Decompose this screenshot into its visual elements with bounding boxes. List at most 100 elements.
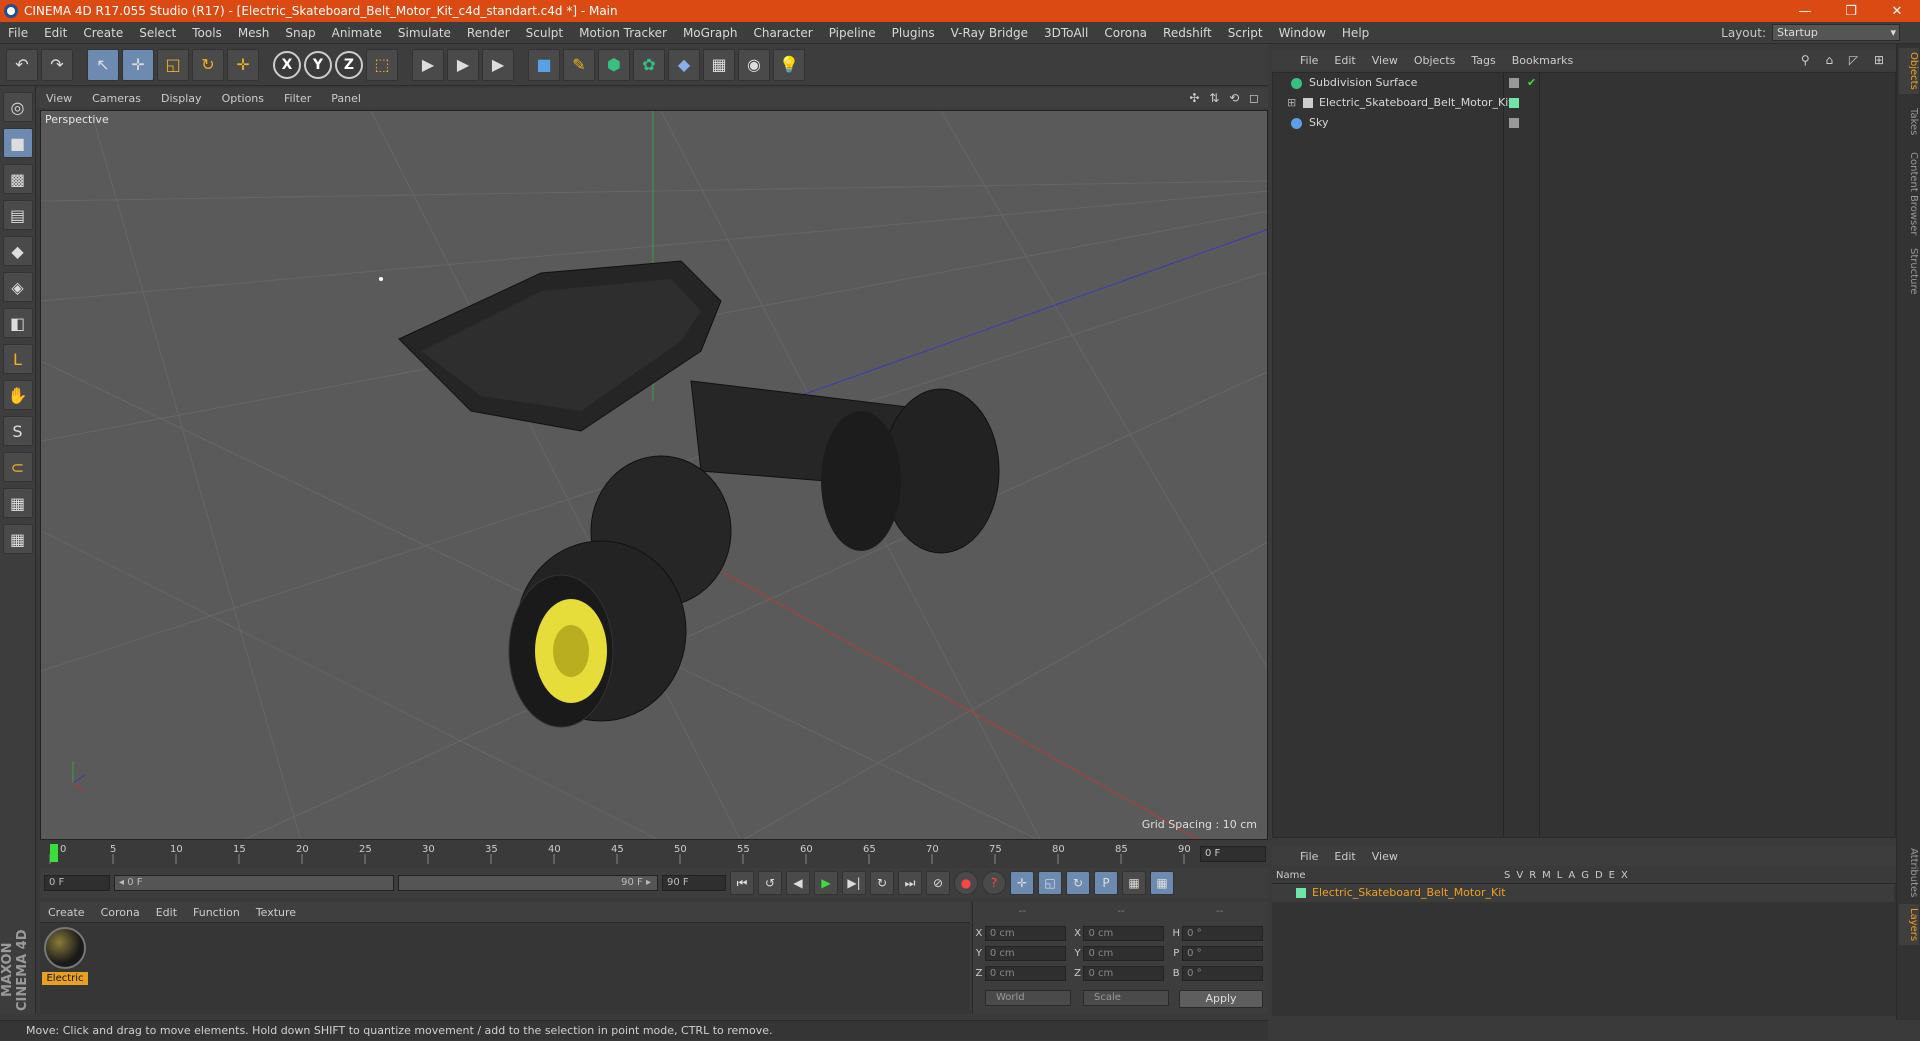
key-scale-icon[interactable]: ◱ <box>1038 871 1062 895</box>
z-axis-lock-button[interactable]: Z <box>335 50 363 79</box>
material-menu-corona[interactable]: Corona <box>93 906 148 919</box>
light-icon[interactable]: 💡 <box>773 48 805 81</box>
tab-attributes[interactable]: Attributes <box>1899 844 1919 901</box>
menu-file[interactable]: File <box>0 26 36 40</box>
menu-plugins[interactable]: Plugins <box>884 26 943 40</box>
material-menu-function[interactable]: Function <box>185 906 248 919</box>
viewport-menu-filter[interactable]: Filter <box>274 92 321 105</box>
render-picture-viewer-icon[interactable]: ▶ <box>447 48 479 81</box>
layer-col-render[interactable]: R <box>1529 870 1536 881</box>
timeline-ruler[interactable]: 0 5 10 15 20 25 30 35 40 45 50 55 60 65 … <box>40 842 1268 864</box>
layer-col-deformers[interactable]: D <box>1595 870 1603 881</box>
menu-motion-tracker[interactable]: Motion Tracker <box>571 26 675 40</box>
deformer-icon[interactable]: ◆ <box>668 48 700 81</box>
viewport-menu-cameras[interactable]: Cameras <box>82 92 151 105</box>
tweak-mode-icon[interactable]: ✋ <box>2 380 33 410</box>
objects-menu-objects[interactable]: Objects <box>1406 54 1464 67</box>
cloner-icon[interactable]: ✿ <box>633 48 665 81</box>
camera-icon[interactable]: ◉ <box>738 48 770 81</box>
menu-script[interactable]: Script <box>1220 26 1271 40</box>
layer-color-icon[interactable] <box>1509 98 1519 108</box>
size-y-field[interactable]: 0 cm <box>1083 945 1165 961</box>
previous-key-icon[interactable]: ↺ <box>758 871 782 895</box>
menu-3dtoall[interactable]: 3DToAll <box>1036 26 1096 40</box>
y-axis-lock-button[interactable]: Y <box>304 50 332 79</box>
menu-window[interactable]: Window <box>1271 26 1334 40</box>
enabled-check-icon[interactable]: ✔ <box>1527 73 1536 93</box>
end-frame-field[interactable]: 90 F <box>662 875 726 891</box>
key-parameter-icon[interactable]: P <box>1094 871 1118 895</box>
menu-sculpt[interactable]: Sculpt <box>518 26 571 40</box>
rotation-b-field[interactable]: 0 ° <box>1182 965 1263 981</box>
render-view-icon[interactable]: ▶ <box>412 48 444 81</box>
menu-corona[interactable]: Corona <box>1096 26 1155 40</box>
layer-col-xref[interactable]: X <box>1621 870 1628 881</box>
menu-simulate[interactable]: Simulate <box>390 26 459 40</box>
frame-range-end[interactable]: 90 F ▸ <box>398 875 658 891</box>
tab-takes[interactable]: Takes <box>1899 104 1919 139</box>
play-backwards-icon[interactable]: ◀ <box>786 871 810 895</box>
menu-render[interactable]: Render <box>459 26 518 40</box>
start-frame-field[interactable]: 0 F <box>44 875 110 891</box>
coordinate-system-icon[interactable]: ⬚ <box>366 48 398 81</box>
model-mode-icon[interactable]: ■ <box>2 128 33 158</box>
object-manager-tool-icons[interactable]: ⚲ ⌂ ◸ ⊞ <box>1801 53 1890 67</box>
object-row-kit[interactable]: ⊞ Electric_Skateboard_Belt_Motor_Kit <box>1273 93 1895 113</box>
menu-vray-bridge[interactable]: V-Ray Bridge <box>943 26 1036 40</box>
menu-redshift[interactable]: Redshift <box>1155 26 1220 40</box>
timeline-icon[interactable]: ▦ <box>1150 871 1174 895</box>
workplane-mode-icon[interactable]: ▤ <box>2 200 33 230</box>
menu-animate[interactable]: Animate <box>324 26 390 40</box>
size-z-field[interactable]: 0 cm <box>1083 965 1165 981</box>
viewport-menu-panel[interactable]: Panel <box>321 92 371 105</box>
menu-tools[interactable]: Tools <box>184 26 230 40</box>
render-settings-icon[interactable]: ▶ <box>482 48 514 81</box>
snapping-icon[interactable]: ⊂ <box>2 452 33 482</box>
tab-content-browser[interactable]: Content Browser <box>1899 148 1919 239</box>
layer-col-locked[interactable]: L <box>1557 870 1563 881</box>
tab-layers[interactable]: Layers <box>1899 904 1919 946</box>
layer-row[interactable]: Electric_Skateboard_Belt_Motor_Kit <box>1272 884 1894 902</box>
layer-col-view[interactable]: V <box>1516 870 1523 881</box>
apply-button[interactable]: Apply <box>1179 990 1263 1008</box>
redo-icon[interactable]: ↷ <box>41 48 73 81</box>
grid-planar-icon[interactable]: ▦ <box>2 524 33 554</box>
autokey-icon[interactable]: ? <box>982 871 1006 895</box>
expand-icon[interactable]: ⊞ <box>1287 93 1296 113</box>
menu-select[interactable]: Select <box>131 26 184 40</box>
texture-mode-icon[interactable]: ▩ <box>2 164 33 194</box>
minimize-button[interactable]: — <box>1782 0 1828 22</box>
solo-mode-icon[interactable]: S <box>2 416 33 446</box>
objects-menu-file[interactable]: File <box>1292 54 1326 67</box>
rotate-tool-icon[interactable]: ↻ <box>192 48 224 81</box>
close-button[interactable]: ✕ <box>1874 0 1920 22</box>
last-tool-icon[interactable]: ✛ <box>227 48 259 81</box>
cube-primitive-icon[interactable]: ■ <box>528 48 560 81</box>
layer-col-animation[interactable]: A <box>1568 870 1575 881</box>
layer-col-expressions[interactable]: E <box>1609 870 1615 881</box>
material-swatch[interactable] <box>44 927 86 969</box>
menu-create[interactable]: Create <box>75 26 131 40</box>
menu-mograph[interactable]: MoGraph <box>675 26 746 40</box>
workplane-lock-icon[interactable]: ▦ <box>2 488 33 518</box>
menu-snap[interactable]: Snap <box>277 26 323 40</box>
key-pla-icon[interactable]: ▦ <box>1122 871 1146 895</box>
make-editable-icon[interactable]: ◎ <box>2 92 33 122</box>
layer-col-solo[interactable]: S <box>1504 870 1510 881</box>
position-x-field[interactable]: 0 cm <box>984 925 1066 941</box>
key-position-icon[interactable]: ✛ <box>1010 871 1034 895</box>
object-row-sky[interactable]: Sky <box>1273 113 1895 133</box>
layer-col-generators[interactable]: G <box>1581 870 1589 881</box>
layer-swatch-icon[interactable] <box>1509 78 1519 88</box>
pen-spline-icon[interactable]: ✎ <box>563 48 595 81</box>
points-mode-icon[interactable]: ◆ <box>2 236 33 266</box>
objects-menu-bookmarks[interactable]: Bookmarks <box>1504 54 1581 67</box>
current-frame-field[interactable]: 0 F <box>1200 846 1266 862</box>
material-name[interactable]: Electric <box>42 972 88 985</box>
frame-range-start[interactable]: ◂ 0 F <box>114 875 394 891</box>
x-axis-lock-button[interactable]: X <box>273 50 301 79</box>
tab-structure[interactable]: Structure <box>1899 244 1919 299</box>
edges-mode-icon[interactable]: ◈ <box>2 272 33 302</box>
viewport-navigation-icons[interactable]: ✣ ⇅ ⟲ ◻ <box>1189 91 1262 105</box>
layers-menu-edit[interactable]: Edit <box>1326 850 1363 863</box>
